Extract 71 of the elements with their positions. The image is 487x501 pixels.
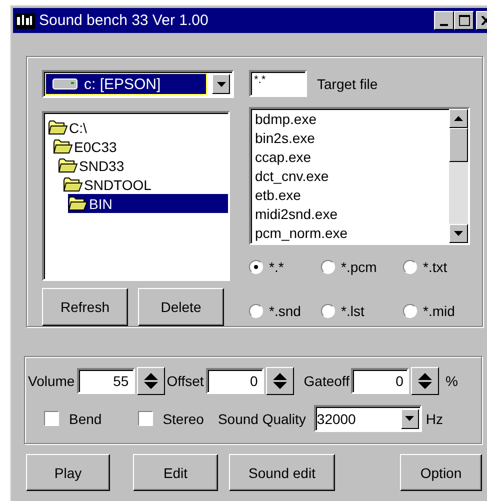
file-item[interactable]: pcm_norm.exe — [255, 224, 445, 243]
gateoff-field[interactable]: 0 — [351, 368, 410, 394]
up-down-arrows-icon — [142, 372, 159, 390]
radio-button[interactable] — [321, 304, 335, 318]
action-button[interactable]: Edit — [133, 454, 218, 491]
file-item[interactable]: bdmp.exe — [255, 110, 445, 129]
folder-icon — [63, 177, 83, 192]
folder-item[interactable]: BIN — [68, 194, 228, 213]
scroll-thumb[interactable] — [449, 128, 468, 162]
hz-unit: Hz — [426, 410, 444, 426]
checkbox[interactable] — [44, 411, 59, 426]
up-down-arrows-icon — [272, 372, 288, 390]
action-button[interactable]: Play — [26, 454, 110, 491]
minimize-icon — [440, 24, 448, 26]
radio-label: *.snd — [269, 303, 301, 319]
folder-icon — [58, 158, 78, 173]
checkbox-label: Bend — [69, 410, 102, 426]
folder-icon — [53, 139, 73, 154]
radio-button[interactable] — [403, 260, 417, 274]
app-icon — [15, 12, 35, 28]
spin-button[interactable] — [266, 367, 294, 395]
drive-dropdown[interactable]: c: [EPSON] — [42, 70, 234, 98]
spin-button[interactable] — [411, 367, 440, 395]
window-title: Sound bench 33 Ver 1.00 — [39, 12, 210, 29]
spin-button[interactable] — [136, 367, 165, 395]
offset-label: Offset — [166, 373, 204, 389]
checkbox-label: Stereo — [162, 410, 204, 426]
file-action-button[interactable]: Delete — [138, 288, 224, 326]
maximize-button[interactable] — [454, 11, 474, 30]
folder-item[interactable]: E0C33 — [53, 137, 228, 156]
file-item[interactable]: midi2snd.exe — [255, 205, 445, 224]
gateoff-label: Gateoff — [304, 373, 350, 389]
radio-button[interactable] — [249, 260, 263, 274]
dropdown-arrow-icon — [216, 82, 226, 86]
offset-field[interactable]: 0 — [206, 368, 264, 394]
sound-quality-label: Sound Quality — [218, 410, 306, 426]
radio-label: *.lst — [341, 303, 364, 319]
dropdown-arrow-icon — [405, 416, 414, 421]
folder-item[interactable]: SNDTOOL — [63, 175, 228, 194]
radio-button[interactable] — [249, 304, 263, 318]
file-item[interactable]: etb.exe — [255, 186, 445, 205]
target-file-field[interactable]: *.* — [249, 70, 307, 97]
file-action-button[interactable]: Refresh — [42, 288, 128, 326]
folder-item[interactable]: SND33 — [58, 156, 228, 175]
maximize-icon — [458, 15, 470, 26]
checkbox[interactable] — [138, 411, 153, 426]
radio-label: *.txt — [423, 259, 448, 275]
action-button[interactable]: Sound edit — [229, 454, 335, 491]
folder-icon — [48, 120, 68, 135]
file-item[interactable]: ccap.exe — [255, 148, 445, 167]
volume-label: Volume — [28, 373, 75, 389]
minimize-button[interactable] — [434, 11, 454, 30]
action-button[interactable]: Option — [400, 454, 482, 491]
radio-label: *.* — [269, 259, 284, 275]
file-item[interactable]: dct_cnv.exe — [255, 167, 445, 186]
scroll-up-icon — [454, 116, 463, 121]
up-down-arrows-icon — [417, 372, 434, 390]
drive-icon — [52, 78, 78, 90]
sound-quality-dropdown[interactable]: 32000 — [314, 405, 422, 432]
percent-unit: % — [445, 373, 458, 389]
target-file-label: Target file — [317, 76, 378, 92]
file-item[interactable]: bin2s.exe — [255, 129, 445, 148]
radio-label: *.mid — [423, 303, 455, 319]
folder-item[interactable]: C:\ — [48, 118, 228, 137]
drive-value: c: [EPSON] — [84, 76, 161, 92]
folder-icon — [68, 196, 88, 211]
radio-button[interactable] — [321, 260, 335, 274]
radio-label: *.pcm — [341, 259, 377, 275]
volume-field[interactable]: 55 — [76, 368, 135, 394]
scroll-down-icon — [454, 231, 463, 236]
radio-button[interactable] — [403, 304, 417, 318]
